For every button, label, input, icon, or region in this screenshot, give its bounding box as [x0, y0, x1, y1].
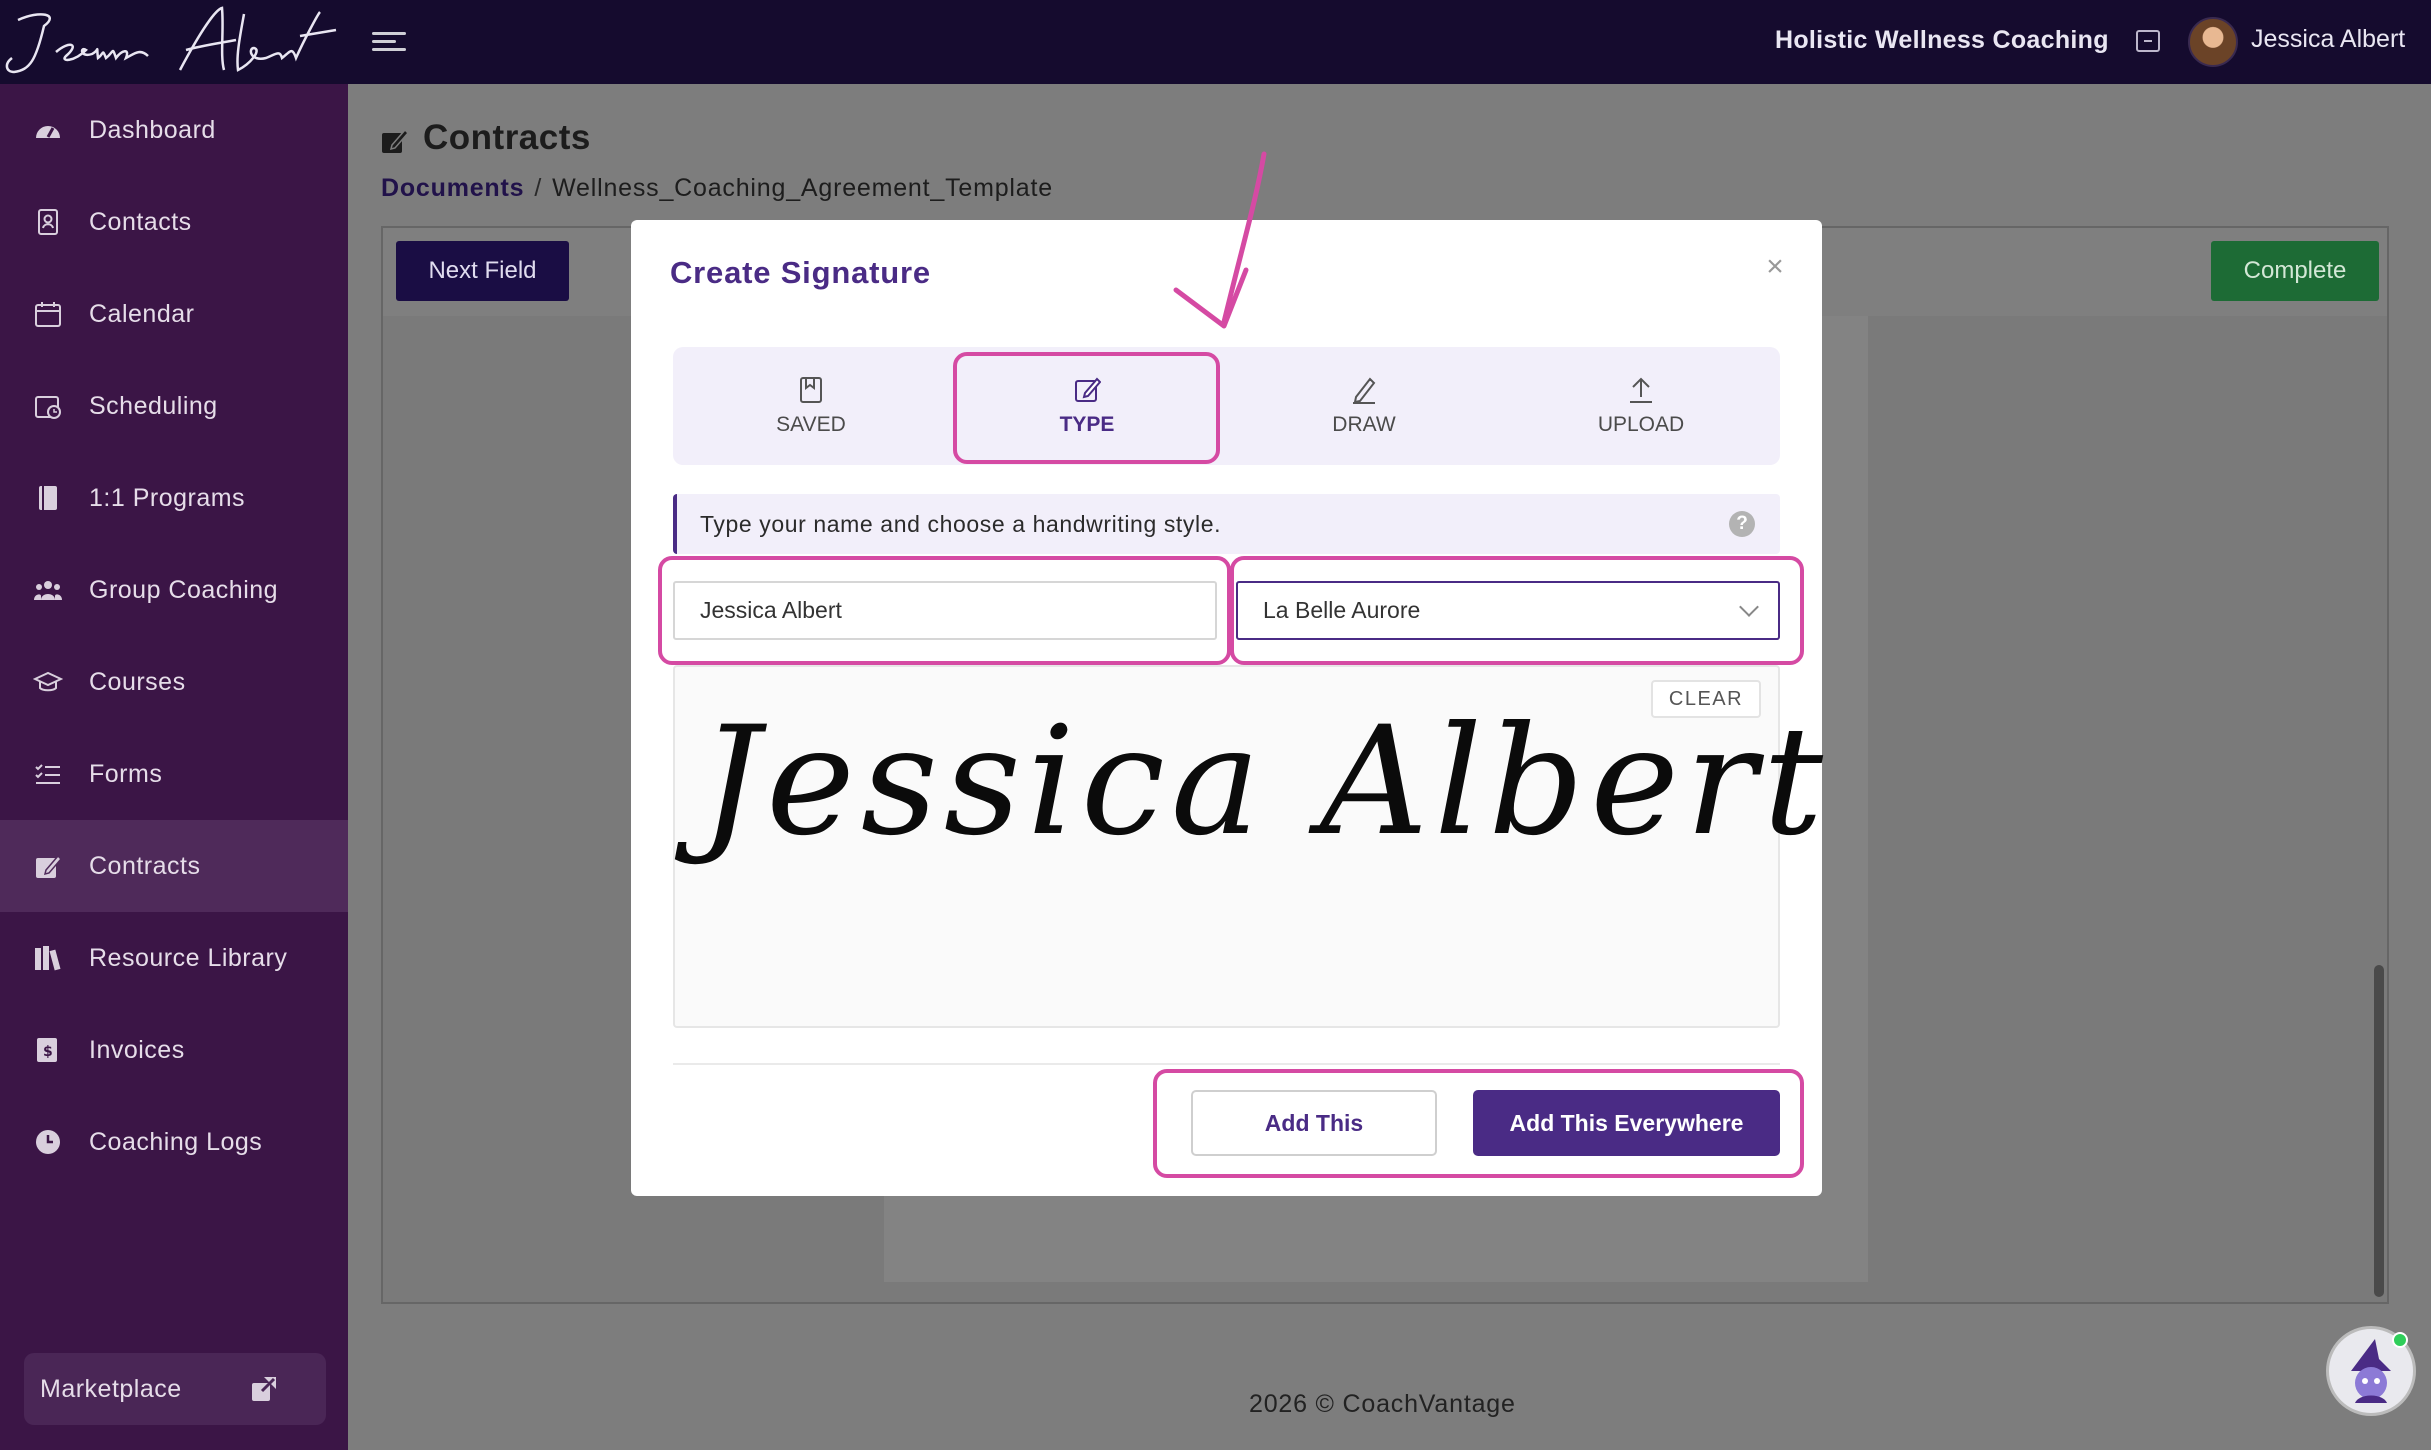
sidebar-item-label: Courses	[89, 667, 186, 696]
sidebar-item-invoices[interactable]: $ Invoices	[0, 1004, 348, 1096]
user-name[interactable]: Jessica Albert	[2251, 25, 2405, 54]
group-icon	[33, 575, 63, 605]
graduation-cap-icon	[33, 667, 63, 697]
sidebar-item-coaching-logs[interactable]: Coaching Logs	[0, 1096, 348, 1188]
document-scrollbar-thumb[interactable]	[2374, 965, 2384, 1297]
list-icon	[33, 759, 63, 789]
tab-label: SAVED	[776, 413, 846, 436]
upload-icon	[1630, 377, 1652, 403]
help-icon[interactable]: ?	[1729, 511, 1755, 537]
sidebar-item-programs[interactable]: 1:1 Programs	[0, 452, 348, 544]
book-icon	[33, 483, 63, 513]
bookmark-icon	[800, 377, 822, 403]
contacts-icon	[33, 207, 63, 237]
sidebar: Dashboard Contacts Calendar Scheduling 1…	[0, 84, 348, 1450]
tab-upload[interactable]: UPLOAD	[1503, 347, 1779, 465]
breadcrumb-separator: /	[534, 174, 543, 202]
tab-type[interactable]: TYPE	[949, 347, 1225, 465]
sidebar-item-label: Invoices	[89, 1035, 185, 1064]
sidebar-item-courses[interactable]: Courses	[0, 636, 348, 728]
external-link-icon	[252, 1377, 276, 1401]
clear-button[interactable]: CLEAR	[1651, 680, 1761, 718]
invoice-icon: $	[33, 1035, 63, 1065]
sidebar-item-label: Contacts	[89, 207, 192, 236]
next-field-button[interactable]: Next Field	[396, 241, 569, 301]
footer-copyright: 2026 © CoachVantage	[1249, 1390, 1516, 1418]
marketplace-button[interactable]: Marketplace	[24, 1353, 326, 1425]
breadcrumb-documents-link[interactable]: Documents	[381, 174, 524, 202]
handwriting-style-select[interactable]: La Belle Aurore	[1236, 581, 1780, 640]
briefcase-icon[interactable]	[2136, 30, 2160, 52]
sidebar-item-label: Scheduling	[89, 391, 218, 420]
sidebar-item-label: Calendar	[89, 299, 195, 328]
svg-text:$: $	[43, 1044, 53, 1060]
breadcrumb: Documents / Wellness_Coaching_Agreement_Te…	[381, 174, 1053, 203]
sidebar-item-scheduling[interactable]: Scheduling	[0, 360, 348, 452]
complete-button[interactable]: Complete	[2211, 241, 2379, 301]
sidebar-item-label: Dashboard	[89, 115, 216, 144]
pen-icon	[1353, 377, 1376, 404]
edit-icon	[1075, 377, 1101, 402]
modal-title: Create Signature	[670, 255, 931, 290]
organization-name[interactable]: Holistic Wellness Coaching	[1775, 26, 2109, 55]
breadcrumb-current: Wellness_Coaching_Agreement_Template	[552, 174, 1053, 202]
close-icon[interactable]: ×	[1760, 252, 1790, 282]
sidebar-item-dashboard[interactable]: Dashboard	[0, 84, 348, 176]
annotation-arrow-icon	[1173, 151, 1267, 329]
sidebar-item-label: Group Coaching	[89, 575, 279, 604]
dashboard-icon	[33, 115, 63, 145]
sidebar-item-label: Contracts	[89, 851, 201, 880]
sidebar-item-forms[interactable]: Forms	[0, 728, 348, 820]
scheduling-icon	[33, 391, 63, 421]
selected-font: La Belle Aurore	[1263, 597, 1421, 623]
add-this-button[interactable]: Add This	[1191, 1090, 1437, 1156]
marketplace-label: Marketplace	[40, 1375, 182, 1403]
signature-icon	[33, 851, 63, 881]
tab-draw[interactable]: DRAW	[1226, 347, 1502, 465]
sidebar-item-calendar[interactable]: Calendar	[0, 268, 348, 360]
top-bar: Holistic Wellness Coaching Jessica Alber…	[0, 0, 2431, 84]
library-icon	[33, 943, 63, 973]
signature-name-input[interactable]	[673, 581, 1217, 640]
sidebar-item-contacts[interactable]: Contacts	[0, 176, 348, 268]
logo[interactable]	[0, 0, 340, 84]
chevron-down-icon	[1739, 597, 1759, 617]
clock-icon	[33, 1127, 63, 1157]
tab-saved[interactable]: SAVED	[673, 347, 949, 465]
add-this-everywhere-button[interactable]: Add This Everywhere	[1473, 1090, 1780, 1156]
sidebar-item-label: Resource Library	[89, 943, 288, 972]
calendar-icon	[33, 299, 63, 329]
avatar[interactable]	[2188, 17, 2238, 67]
tab-label: UPLOAD	[1597, 413, 1685, 436]
signature-preview-text: Jessica Albert	[700, 695, 1830, 869]
sidebar-item-label: Coaching Logs	[89, 1127, 263, 1156]
sidebar-item-resource-library[interactable]: Resource Library	[0, 912, 348, 1004]
tab-label: TYPE	[1059, 413, 1115, 436]
online-status-dot	[2392, 1332, 2408, 1348]
page-title-text: Contracts	[423, 118, 591, 157]
modal-divider	[673, 1063, 1780, 1065]
sidebar-item-label: Forms	[89, 759, 163, 788]
menu-toggle-icon[interactable]	[372, 27, 406, 57]
sidebar-item-contracts[interactable]: Contracts	[0, 820, 348, 912]
info-text: Type your name and choose a handwriting …	[700, 511, 1222, 537]
page-title: Contracts	[375, 118, 591, 158]
tab-label: DRAW	[1332, 413, 1396, 436]
logo-signature	[5, 6, 337, 74]
sidebar-item-group-coaching[interactable]: Group Coaching	[0, 544, 348, 636]
sidebar-item-label: 1:1 Programs	[89, 483, 246, 512]
